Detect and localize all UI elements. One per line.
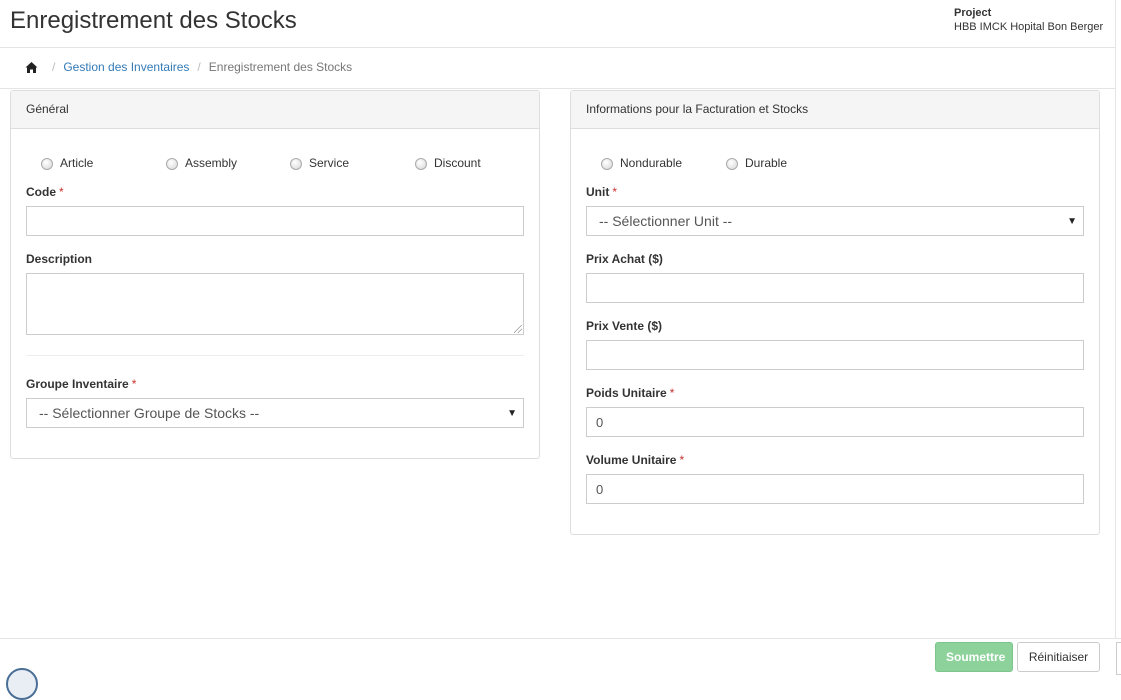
unit-label: Unit * xyxy=(586,185,617,199)
breadcrumb-separator: / xyxy=(197,60,201,74)
radio-assembly[interactable]: Assembly xyxy=(166,155,237,170)
radio-label: Durable xyxy=(745,155,788,170)
prix-achat-input[interactable] xyxy=(586,273,1084,303)
breadcrumb-gestion-inventaires[interactable]: Gestion des Inventaires xyxy=(63,60,189,74)
code-label-text: Code xyxy=(26,185,56,199)
breadcrumb-divider xyxy=(0,88,1116,89)
page-title: Enregistrement des Stocks xyxy=(10,7,297,34)
radio-article[interactable]: Article xyxy=(41,155,93,170)
home-icon[interactable] xyxy=(25,61,38,74)
radio-service[interactable]: Service xyxy=(290,155,349,170)
description-label: Description xyxy=(26,252,93,266)
radio-label: Article xyxy=(60,155,94,170)
footer-divider xyxy=(0,638,1121,639)
groupe-inventaire-select[interactable]: -- Sélectionner Groupe de Stocks -- ▼ xyxy=(26,398,524,428)
radio-circle[interactable] xyxy=(166,158,178,170)
code-input[interactable] xyxy=(26,206,524,236)
required-marker: * xyxy=(59,185,64,199)
poids-unitaire-input[interactable]: 0 xyxy=(586,407,1084,437)
required-marker: * xyxy=(679,453,685,467)
resize-grip-icon[interactable] xyxy=(514,325,522,333)
poids-unitaire-label: Poids Unitaire * xyxy=(586,386,674,400)
chat-widget-icon[interactable] xyxy=(6,668,38,700)
radio-label: Assembly xyxy=(185,155,238,170)
content-right-border xyxy=(1115,0,1116,638)
groupe-inventaire-label-text: Groupe Inventaire xyxy=(26,377,129,391)
project-label: Project xyxy=(954,7,992,19)
billing-panel: Informations pour la Facturation et Stoc… xyxy=(570,90,1100,535)
scrollbar-edge xyxy=(1116,642,1121,675)
radio-label: Service xyxy=(309,155,350,170)
submit-button[interactable]: Soumettre xyxy=(935,642,1013,672)
breadcrumb-separator: / xyxy=(52,60,56,74)
volume-unitaire-input[interactable]: 0 xyxy=(586,474,1084,504)
radio-circle[interactable] xyxy=(290,158,302,170)
prix-achat-label: Prix Achat ($) xyxy=(586,252,663,266)
radio-circle[interactable] xyxy=(41,158,53,170)
prix-vente-label: Prix Vente ($) xyxy=(586,319,663,333)
radio-discount[interactable]: Discount xyxy=(415,155,481,170)
volume-unitaire-label: Volume Unitaire * xyxy=(586,453,684,467)
breadcrumb-current: Enregistrement des Stocks xyxy=(208,60,353,74)
unit-selected: -- Sélectionner Unit -- xyxy=(599,213,733,229)
description-textarea[interactable] xyxy=(26,273,524,335)
general-panel-heading: Général xyxy=(11,91,539,129)
breadcrumb: / Gestion des Inventaires / Enregistreme… xyxy=(25,60,352,74)
caret-down-icon: ▼ xyxy=(1067,216,1077,227)
groupe-inventaire-label: Groupe Inventaire * xyxy=(26,377,136,391)
general-panel: Général Article Assembly Service Discoun… xyxy=(10,90,540,459)
prix-vente-input[interactable] xyxy=(586,340,1084,370)
radio-circle[interactable] xyxy=(601,158,613,170)
billing-panel-heading: Informations pour la Facturation et Stoc… xyxy=(571,91,1099,129)
project-name: HBB IMCK Hopital Bon Berger xyxy=(954,21,1104,33)
groupe-inventaire-selected: -- Sélectionner Groupe de Stocks -- xyxy=(39,405,260,421)
volume-unitaire-label-text: Volume Unitaire xyxy=(586,453,677,467)
radio-label: Discount xyxy=(434,155,481,170)
caret-down-icon: ▼ xyxy=(507,408,517,419)
reset-button[interactable]: Réinitiaiser xyxy=(1017,642,1100,672)
page-header: Enregistrement des Stocks Project HBB IM… xyxy=(0,0,1116,48)
form-divider xyxy=(26,355,524,356)
radio-circle[interactable] xyxy=(415,158,427,170)
required-marker: * xyxy=(669,386,675,400)
radio-circle[interactable] xyxy=(726,158,738,170)
unit-select[interactable]: -- Sélectionner Unit -- ▼ xyxy=(586,206,1084,236)
code-label: Code * xyxy=(26,185,64,199)
radio-durable[interactable]: Durable xyxy=(726,155,787,170)
required-marker: * xyxy=(612,185,617,199)
required-marker: * xyxy=(131,377,137,391)
poids-unitaire-label-text: Poids Unitaire xyxy=(586,386,667,400)
unit-label-text: Unit xyxy=(586,185,610,199)
radio-nondurable[interactable]: Nondurable xyxy=(601,155,682,170)
radio-label: Nondurable xyxy=(620,155,683,170)
project-info: Project HBB IMCK Hopital Bon Berger xyxy=(954,6,1103,34)
